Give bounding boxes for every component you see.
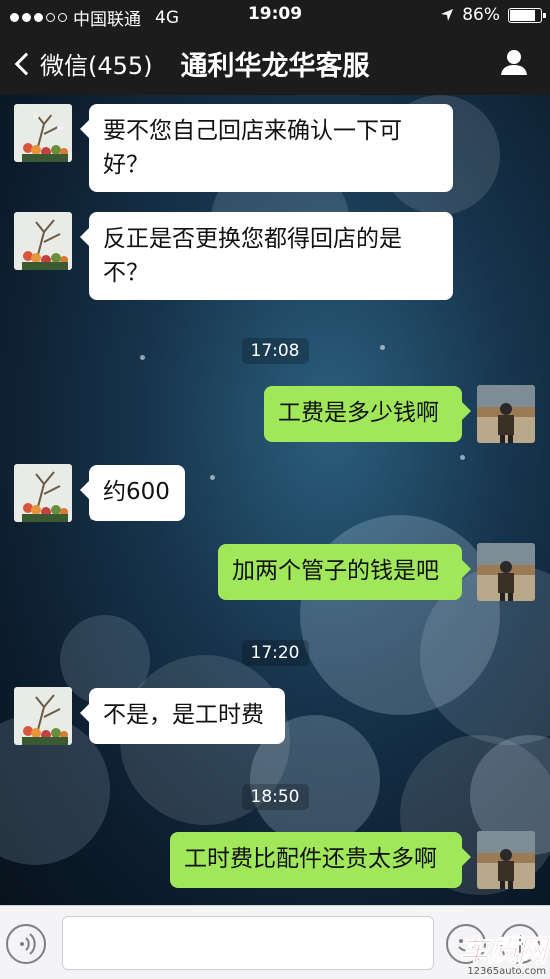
watermark-logo: 车质网 bbox=[459, 934, 548, 970]
user-avatar[interactable] bbox=[477, 385, 535, 443]
timestamp: 18:50 bbox=[0, 784, 550, 810]
nav-bar: 微信(455) 通利华龙华客服 bbox=[0, 30, 550, 95]
input-bar: 车质网 12365auto.com bbox=[0, 905, 550, 979]
timestamp: 17:08 bbox=[0, 338, 550, 364]
user-avatar[interactable] bbox=[477, 543, 535, 601]
status-bar: 中国联通 4G 19:09 86% bbox=[0, 0, 550, 30]
watermark: 车质网 12365auto.com bbox=[459, 926, 548, 978]
chat-title: 通利华龙华客服 bbox=[180, 51, 370, 82]
watermark-url: 12365auto.com bbox=[467, 966, 546, 977]
voice-icon bbox=[20, 933, 36, 955]
message-bubble[interactable]: 加两个管子的钱是吧 bbox=[218, 544, 471, 600]
contact-avatar[interactable] bbox=[14, 212, 72, 270]
message-bubble[interactable]: 反正是否更换您都得回店的是不？ bbox=[80, 212, 453, 300]
user-avatar[interactable] bbox=[477, 831, 535, 889]
timestamp-label: 18:50 bbox=[241, 784, 309, 810]
battery-icon bbox=[508, 7, 546, 23]
location-arrow-icon bbox=[441, 9, 454, 21]
profile-icon[interactable] bbox=[500, 48, 528, 76]
message-bubble[interactable]: 工费是多少钱啊 bbox=[264, 386, 471, 442]
message-input[interactable] bbox=[62, 916, 434, 970]
contact-avatar[interactable] bbox=[14, 687, 72, 745]
battery-percent: 86% bbox=[462, 5, 500, 25]
contact-avatar[interactable] bbox=[14, 464, 72, 522]
message-bubble[interactable]: 工时费比配件还贵太多啊 bbox=[170, 832, 471, 888]
message-bubble[interactable]: 约600 bbox=[80, 465, 185, 521]
timestamp: 17:20 bbox=[0, 640, 550, 666]
message-bubble[interactable]: 不是，是工时费 bbox=[80, 688, 285, 744]
voice-button[interactable] bbox=[6, 924, 46, 964]
contact-avatar[interactable] bbox=[14, 104, 72, 162]
timestamp-label: 17:08 bbox=[241, 338, 309, 364]
timestamp-label: 17:20 bbox=[241, 640, 309, 666]
message-bubble[interactable]: 要不您自己回店来确认一下可好？ bbox=[80, 104, 453, 192]
